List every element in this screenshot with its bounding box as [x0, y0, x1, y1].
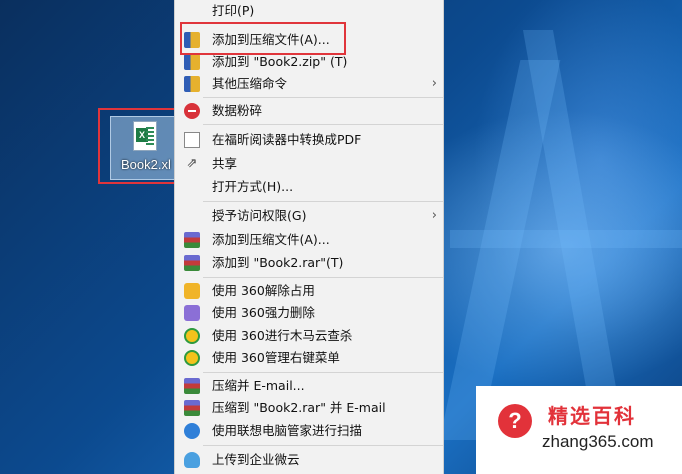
pdf-convert-icon [184, 132, 200, 148]
menu-item-label: 上传到企业微云 [212, 452, 300, 467]
menu-item-label: 共享 [212, 156, 238, 171]
menu-item-label: 授予访问权限(G) [212, 208, 307, 223]
menu-item-highlight-box [180, 22, 346, 55]
submenu-arrow-icon: › [431, 76, 437, 91]
menu-item-label: 添加到 "Book2.rar"(T) [212, 255, 344, 270]
menu-item-rar-add-archive[interactable]: 添加到压缩文件(A)... [175, 229, 445, 251]
360-scan-icon [184, 328, 200, 344]
question-mark-icon: ? [498, 404, 532, 438]
menu-item-label: 打印(P) [212, 3, 255, 18]
winrar-icon [184, 400, 200, 416]
context-menu: 打印(P) 添加到压缩文件(A)... 添加到 "Book2.zip" (T) … [174, 0, 444, 474]
share-icon: ⇗ [186, 156, 198, 171]
zip-box-icon [184, 54, 200, 70]
wallpaper-light-beam [450, 230, 682, 248]
lenovo-scan-icon [184, 423, 200, 439]
menu-item-label: 数据粉碎 [212, 103, 263, 118]
360-delete-icon [184, 305, 200, 321]
menu-item-label: 使用 360解除占用 [212, 283, 315, 298]
menu-item-label: 其他压缩命令 [212, 76, 288, 91]
shred-icon [184, 103, 200, 119]
menu-separator [203, 372, 443, 373]
watermark-badge: ? 精选百科 zhang365.com [476, 386, 682, 474]
menu-item-shred[interactable]: 数据粉碎 [175, 100, 445, 122]
menu-item-compress-rar-email[interactable]: 压缩到 "Book2.rar" 并 E-mail [175, 397, 445, 419]
menu-item-compress-email[interactable]: 压缩并 E-mail... [175, 375, 445, 397]
menu-separator [203, 445, 443, 446]
menu-item-label: 使用 360强力删除 [212, 305, 315, 320]
winrar-icon [184, 255, 200, 271]
menu-item-label: 使用 360进行木马云查杀 [212, 328, 353, 343]
menu-item-label: 添加到压缩文件(A)... [212, 232, 330, 247]
menu-item-label: 在福昕阅读器中转换成PDF [212, 132, 362, 147]
watermark-url: zhang365.com [542, 432, 654, 451]
submenu-arrow-icon: › [431, 208, 437, 223]
winrar-icon [184, 378, 200, 394]
menu-item-label: 使用联想电脑管家进行扫描 [212, 423, 363, 438]
menu-separator [203, 97, 443, 98]
watermark-title: 精选百科 [548, 404, 636, 428]
cloud-upload-icon [184, 452, 200, 468]
zip-box-icon [184, 76, 200, 92]
menu-item-360-delete[interactable]: 使用 360强力删除 [175, 302, 445, 324]
menu-item-label: 压缩并 E-mail... [212, 378, 305, 393]
menu-item-convert-pdf[interactable]: 在福昕阅读器中转换成PDF [175, 129, 445, 151]
menu-item-share[interactable]: ⇗ 共享 [175, 153, 445, 175]
menu-item-label: 打开方式(H)... [212, 179, 294, 194]
winrar-icon [184, 232, 200, 248]
menu-item-grant-access[interactable]: 授予访问权限(G) › [175, 205, 445, 227]
menu-item-label: 压缩到 "Book2.rar" 并 E-mail [212, 400, 386, 415]
menu-item-360-unlock[interactable]: 使用 360解除占用 [175, 280, 445, 302]
menu-separator [203, 277, 443, 278]
menu-item-print[interactable]: 打印(P) [175, 0, 445, 22]
menu-item-lenovo-scan[interactable]: 使用联想电脑管家进行扫描 [175, 420, 445, 442]
menu-item-upload-cloud[interactable]: 上传到企业微云 [175, 449, 445, 471]
menu-item-rar-add-book2[interactable]: 添加到 "Book2.rar"(T) [175, 252, 445, 274]
menu-item-label: 使用 360管理右键菜单 [212, 350, 340, 365]
menu-item-360-scan[interactable]: 使用 360进行木马云查杀 [175, 325, 445, 347]
menu-item-360-menu[interactable]: 使用 360管理右键菜单 [175, 347, 445, 369]
menu-item-other-compress[interactable]: 其他压缩命令 › [175, 73, 445, 95]
360-menu-icon [184, 350, 200, 366]
360-unlock-icon [184, 283, 200, 299]
menu-item-open-with[interactable]: 打开方式(H)... [175, 176, 445, 198]
menu-separator [203, 201, 443, 202]
menu-separator [203, 124, 443, 125]
